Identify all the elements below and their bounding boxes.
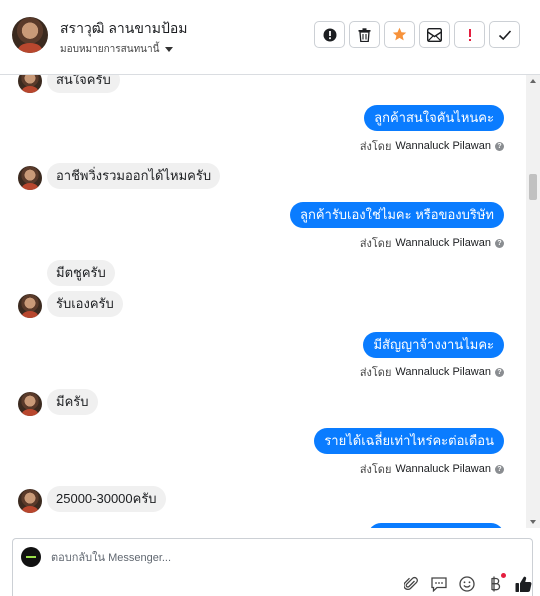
follow-up-button[interactable] (454, 21, 485, 48)
sent-by-label: ส่งโดย Wannaluck Pilawan ? (360, 460, 504, 478)
chat-bubble-icon (431, 576, 447, 592)
sent-by-prefix: ส่งโดย (359, 141, 392, 153)
envelope-icon (427, 27, 442, 42)
baht-icon (491, 576, 501, 592)
trash-icon (358, 27, 371, 42)
sent-by-agent: Wannaluck Pilawan (395, 463, 491, 475)
chat-scrollbar[interactable] (526, 75, 540, 528)
thumbs-up-icon (515, 576, 531, 592)
sent-by-agent: Wannaluck Pilawan (395, 140, 491, 152)
contact-name[interactable]: สราวุฒิ ลานขามป้อม (60, 18, 188, 40)
sent-by-label: ส่งโดย Wannaluck Pilawan ? (360, 363, 504, 381)
assign-label: มอบหมายการสนทนานี้ (60, 44, 160, 55)
alert-circle-icon (323, 28, 336, 41)
delete-button[interactable] (349, 21, 380, 48)
help-icon[interactable]: ? (495, 238, 504, 248)
incoming-message[interactable]: มีครับ (47, 389, 98, 415)
sent-by-agent: Wannaluck Pilawan (395, 366, 491, 378)
payment-button[interactable] (486, 573, 506, 593)
sent-by-prefix: ส่งโดย (359, 367, 392, 379)
composer-tools (402, 573, 532, 595)
outgoing-message[interactable]: ลูกค้าสนใจคันไหนคะ (364, 105, 504, 131)
sender-avatar[interactable] (18, 489, 42, 513)
star-button[interactable] (384, 21, 415, 48)
done-button[interactable] (489, 21, 520, 48)
reply-input[interactable] (49, 547, 353, 569)
help-icon[interactable]: ? (495, 141, 504, 151)
caret-down-icon (165, 47, 174, 52)
conversation-actions (314, 21, 520, 48)
saved-replies-button[interactable] (430, 575, 448, 593)
assign-conversation-dropdown[interactable]: มอบหมายการสนทนานี้ (60, 42, 174, 57)
notification-dot (501, 573, 506, 578)
page-avatar (21, 547, 41, 567)
scroll-up-arrow-icon[interactable] (530, 79, 536, 83)
exclamation-icon (468, 28, 471, 41)
help-icon[interactable]: ? (495, 464, 504, 474)
help-icon[interactable]: ? (495, 367, 504, 377)
incoming-message[interactable]: 25000-30000ครับ (47, 486, 166, 512)
paperclip-icon (404, 576, 418, 590)
scroll-down-arrow-icon[interactable] (530, 520, 536, 524)
conversation-header: สราวุฒิ ลานขามป้อม มอบหมายการสนทนานี้ (0, 0, 540, 75)
sender-avatar[interactable] (18, 294, 42, 318)
sent-by-agent: Wannaluck Pilawan (395, 237, 491, 249)
incoming-message[interactable]: สนใจครับ (47, 75, 120, 93)
outgoing-message-partial[interactable] (368, 523, 504, 528)
incoming-message[interactable]: อาชีพวิ่งรวมออกได้ไหมครับ (47, 163, 221, 189)
sender-avatar[interactable] (18, 392, 42, 416)
mark-spam-button[interactable] (314, 21, 345, 48)
like-button[interactable] (514, 575, 532, 593)
sent-by-prefix: ส่งโดย (359, 464, 392, 476)
reply-composer (12, 538, 533, 596)
outgoing-message[interactable]: ลูกค้ารับเองใช่ไมคะ หรือของบริษัท (289, 202, 504, 228)
sender-avatar[interactable] (18, 166, 42, 190)
smiley-icon (459, 576, 475, 592)
incoming-message[interactable]: รับเองครับ (47, 291, 123, 317)
outgoing-message[interactable]: รายได้เฉลี่ยเท่าไหร่คะต่อเดือน (314, 428, 504, 454)
emoji-button[interactable] (458, 575, 476, 593)
sender-avatar[interactable] (18, 75, 42, 93)
checkmark-icon (498, 29, 511, 40)
sent-by-prefix: ส่งโดย (359, 238, 392, 250)
contact-avatar[interactable] (12, 17, 48, 53)
attach-button[interactable] (402, 575, 420, 593)
mark-unread-button[interactable] (419, 21, 450, 48)
star-icon (392, 27, 407, 41)
scroll-thumb[interactable] (529, 174, 537, 200)
sent-by-label: ส่งโดย Wannaluck Pilawan ? (360, 234, 504, 252)
sent-by-label: ส่งโดย Wannaluck Pilawan ? (360, 137, 504, 155)
incoming-message[interactable]: มีตชูครับ (47, 260, 115, 286)
message-list[interactable]: สนใจครับ ลูกค้าสนใจคันไหนคะ ส่งโดย Wanna… (0, 75, 526, 528)
outgoing-message[interactable]: มีสัญญาจ้างงานไมคะ (363, 332, 504, 358)
